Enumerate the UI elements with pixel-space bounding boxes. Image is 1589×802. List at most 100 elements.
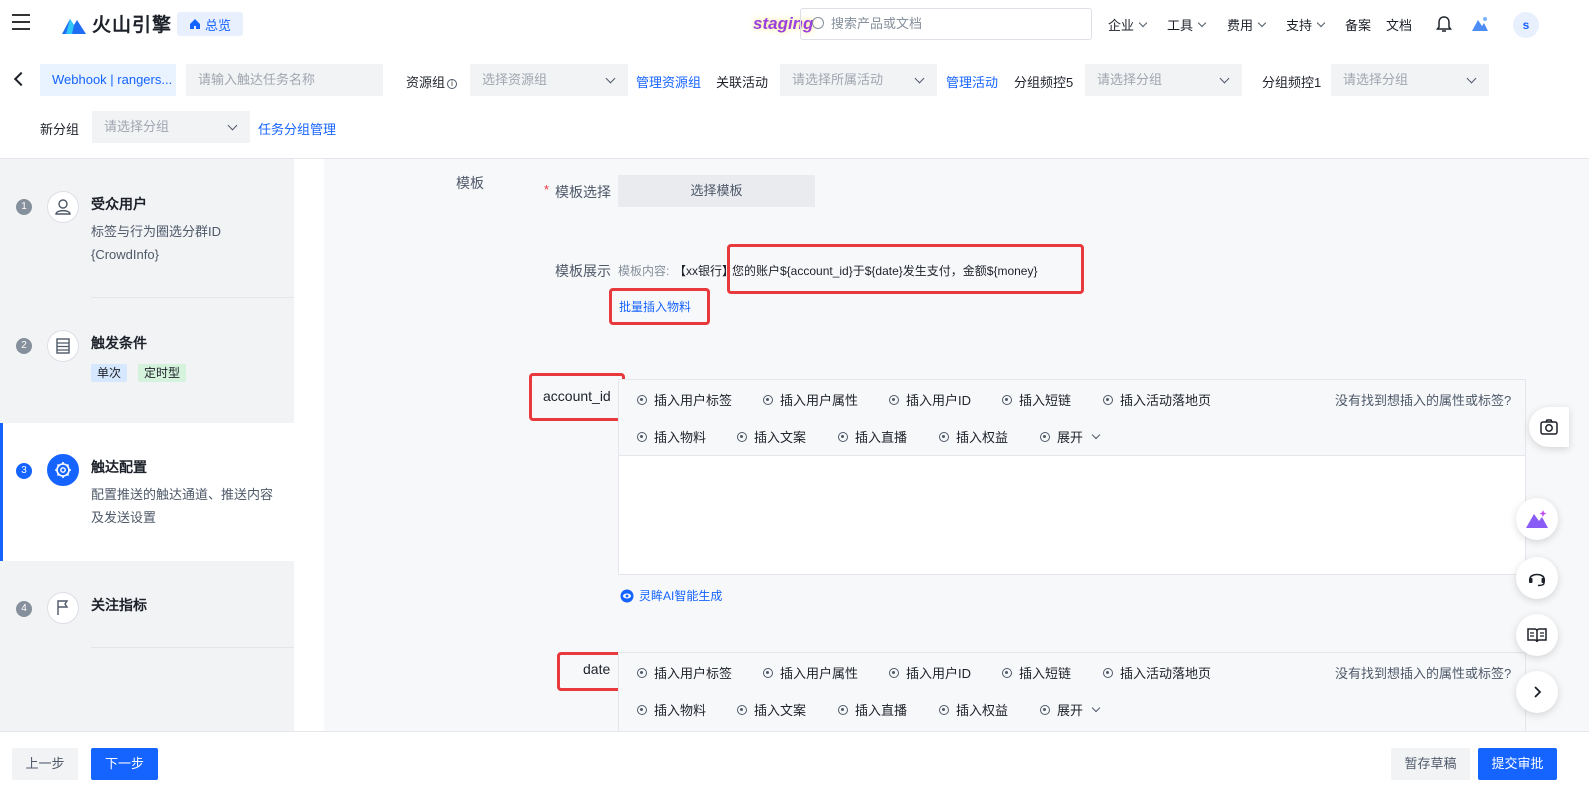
save-draft-button[interactable]: 暂存草稿 xyxy=(1391,748,1470,780)
insert-label: 插入活动落地页 xyxy=(1120,666,1212,681)
chevron-right-icon xyxy=(1534,686,1542,698)
dot-circle-icon xyxy=(637,431,647,442)
insert-user-attr-button[interactable]: 插入用户属性 xyxy=(763,390,858,409)
expand-label: 展开 xyxy=(1057,430,1084,445)
insert-label: 插入权益 xyxy=(956,430,1009,445)
chevron-down-icon xyxy=(1257,18,1267,27)
step-touch-config[interactable]: 3 触达配置 配置推送的触达通道、推送内容 及发送设置 xyxy=(0,423,294,561)
insert-user-id-button[interactable]: 插入用户ID xyxy=(889,390,971,409)
overview-button[interactable]: 总览 xyxy=(177,12,244,36)
docs-button[interactable] xyxy=(1516,614,1558,656)
new-group-select[interactable]: 请选择分组 xyxy=(92,111,250,143)
nav-enterprise[interactable]: 企业 xyxy=(1108,15,1148,34)
search-input[interactable]: 搜索产品或文档 xyxy=(800,8,1092,40)
customer-service-button[interactable] xyxy=(1516,557,1558,599)
search-icon xyxy=(812,17,824,29)
next-step-button[interactable]: 下一步 xyxy=(91,748,158,780)
dot-circle-icon xyxy=(763,667,773,678)
nav-enterprise-label: 企业 xyxy=(1108,18,1135,33)
chevron-down-icon xyxy=(1091,703,1101,712)
step-title: 触达配置 xyxy=(91,459,147,475)
insert-label: 插入权益 xyxy=(956,703,1009,718)
screenshot-button[interactable] xyxy=(1529,407,1569,447)
ai-mountain-icon xyxy=(1526,510,1548,528)
insert-user-tag-button[interactable]: 插入用户标签 xyxy=(637,390,732,409)
group-freq5-select[interactable]: 请选择分组 xyxy=(1085,64,1242,96)
insert-label: 插入文案 xyxy=(754,703,807,718)
step-number: 2 xyxy=(16,338,32,354)
divider xyxy=(91,297,294,298)
insert-landing-page-button[interactable]: 插入活动落地页 xyxy=(1103,390,1211,409)
task-group-manage-link[interactable]: 任务分组管理 xyxy=(258,119,336,138)
step-metrics[interactable]: 4 关注指标 xyxy=(0,561,294,647)
prev-step-button[interactable]: 上一步 xyxy=(12,748,78,780)
highlight-box xyxy=(609,288,710,325)
ai-generate-button[interactable]: 灵眸AI智能生成 xyxy=(620,587,722,604)
task-type-tag[interactable]: Webhook | rangers... xyxy=(40,64,176,96)
task-name-input[interactable]: 请输入触达任务名称 xyxy=(186,64,383,96)
nav-billing-label: 费用 xyxy=(1227,18,1254,33)
avatar[interactable]: s xyxy=(1513,12,1539,38)
insert-shortlink-button[interactable]: 插入短链 xyxy=(1002,390,1071,409)
template-select-label: 模板选择 xyxy=(555,184,611,200)
step-desc: 标签与行为圈选分群ID xyxy=(91,224,222,239)
insert-copy-button[interactable]: 插入文案 xyxy=(737,700,806,719)
nav-filing[interactable]: 备案 xyxy=(1345,15,1371,34)
back-arrow-icon[interactable] xyxy=(13,71,29,87)
bell-icon[interactable] xyxy=(1436,15,1452,33)
group-freq1-select[interactable]: 请选择分组 xyxy=(1331,64,1489,96)
section-label: 模板 xyxy=(456,175,484,191)
insert-live-button[interactable]: 插入直播 xyxy=(838,427,907,446)
step-trigger[interactable]: 2 触发条件 单次 定时型 xyxy=(0,299,294,423)
brand-logo[interactable]: 火山引擎 xyxy=(62,10,172,37)
insert-copy-button[interactable]: 插入文案 xyxy=(737,427,806,446)
chevron-down-icon xyxy=(605,73,616,84)
nav-tools[interactable]: 工具 xyxy=(1167,15,1207,34)
divider xyxy=(91,647,294,648)
dot-circle-icon xyxy=(889,667,899,678)
insert-live-button[interactable]: 插入直播 xyxy=(838,700,907,719)
insert-benefit-button[interactable]: 插入权益 xyxy=(939,700,1008,719)
insert-user-tag-button[interactable]: 插入用户标签 xyxy=(637,663,732,682)
chevron-down-icon xyxy=(1197,18,1207,27)
volcano-logo-icon xyxy=(62,18,86,34)
resource-group-label-text: 资源组 xyxy=(406,75,446,90)
brand-name: 火山引擎 xyxy=(92,15,173,36)
expand-button[interactable]: 展开 xyxy=(1040,700,1101,719)
insert-label: 插入用户标签 xyxy=(654,393,733,408)
nav-support[interactable]: 支持 xyxy=(1286,15,1326,34)
timed-badge: 定时型 xyxy=(138,364,187,382)
hamburger-menu-icon[interactable] xyxy=(12,14,32,32)
manage-resource-group-link[interactable]: 管理资源组 xyxy=(636,72,701,91)
expand-button[interactable]: 展开 xyxy=(1040,427,1101,446)
resource-group-label: 资源组 i xyxy=(406,72,458,91)
ai-assistant-button[interactable] xyxy=(1516,498,1558,540)
insert-benefit-button[interactable]: 插入权益 xyxy=(939,427,1008,446)
nav-billing[interactable]: 费用 xyxy=(1227,15,1267,34)
nav-tools-label: 工具 xyxy=(1167,18,1194,33)
insert-material-button[interactable]: 插入物料 xyxy=(637,427,706,446)
not-found-link[interactable]: 没有找到想插入的属性或标签? xyxy=(1335,390,1511,409)
not-found-link[interactable]: 没有找到想插入的属性或标签? xyxy=(1335,663,1511,682)
step-audience[interactable]: 1 受众用户 标签与行为圈选分群ID {CrowdInfo} xyxy=(0,159,294,299)
insert-landing-page-button[interactable]: 插入活动落地页 xyxy=(1103,663,1211,682)
template-display-label: 模板展示 xyxy=(555,263,611,279)
insert-material-button[interactable]: 插入物料 xyxy=(637,700,706,719)
nav-docs[interactable]: 文档 xyxy=(1386,15,1412,34)
choose-template-button[interactable]: 选择模板 xyxy=(618,175,815,207)
list-icon xyxy=(47,330,79,362)
insert-shortlink-button[interactable]: 插入短链 xyxy=(1002,663,1071,682)
manage-activity-link[interactable]: 管理活动 xyxy=(946,72,998,91)
related-activity-select[interactable]: 请选择所属活动 xyxy=(780,64,937,96)
user-icon xyxy=(47,191,79,223)
eye-ai-icon xyxy=(620,589,634,602)
resource-group-select[interactable]: 选择资源组 xyxy=(470,64,628,96)
related-activity-select-value: 请选择所属活动 xyxy=(792,72,884,87)
ai-assistant-icon[interactable] xyxy=(1471,15,1489,33)
submit-approval-button[interactable]: 提交审批 xyxy=(1478,748,1557,780)
step-desc: 及发送设置 xyxy=(91,510,157,525)
insert-user-id-button[interactable]: 插入用户ID xyxy=(889,663,971,682)
overview-label: 总览 xyxy=(205,17,232,33)
insert-user-attr-button[interactable]: 插入用户属性 xyxy=(763,663,858,682)
collapse-panel-button[interactable] xyxy=(1516,671,1558,713)
